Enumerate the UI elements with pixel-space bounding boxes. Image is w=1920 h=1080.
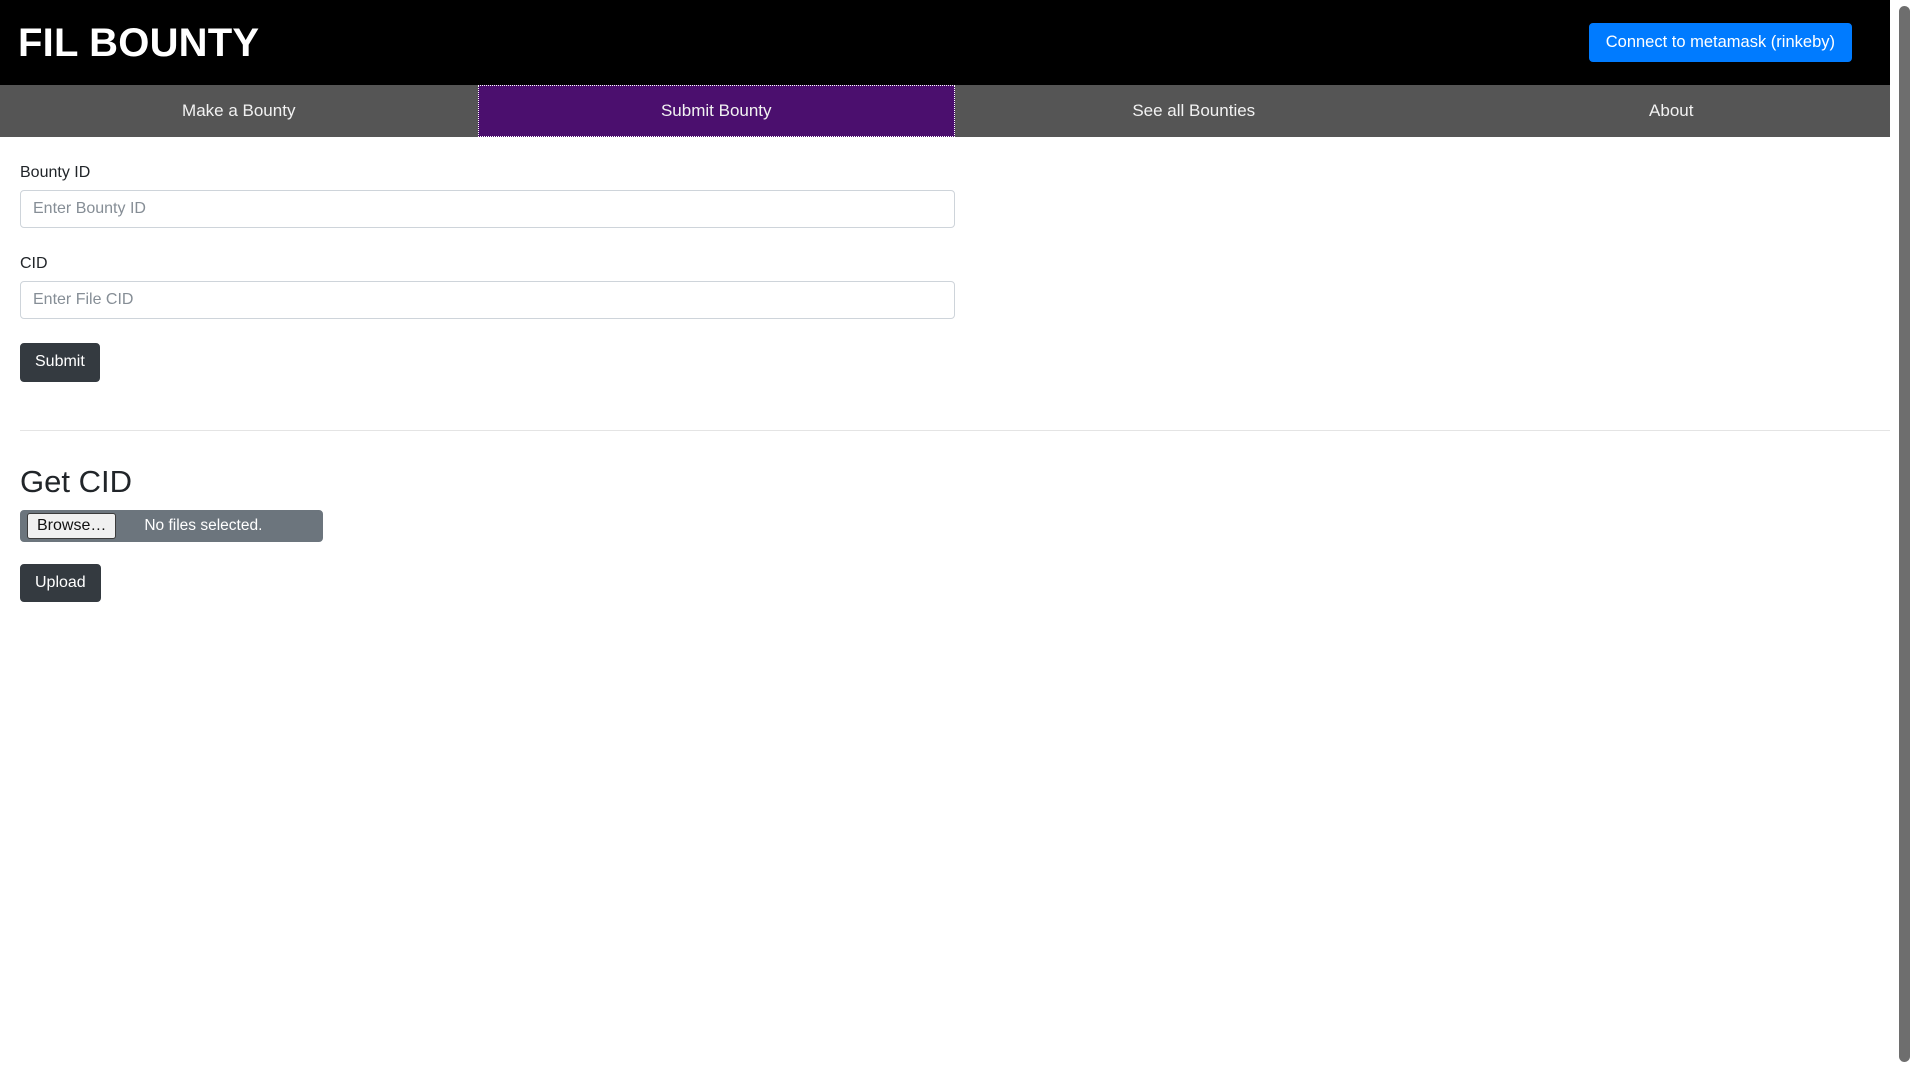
main-content: Bounty ID CID Submit Get CID Browse… No … <box>0 163 1920 602</box>
submit-button-wrapper: Submit <box>20 343 1900 382</box>
tab-label: About <box>1649 101 1694 120</box>
tab-make-a-bounty[interactable]: Make a Bounty <box>0 85 478 137</box>
app-title: FIL BOUNTY <box>18 20 260 65</box>
upload-button-wrapper: Upload <box>20 563 1900 602</box>
section-divider <box>20 429 1890 431</box>
bounty-id-label: Bounty ID <box>20 164 91 181</box>
app-root: FIL BOUNTY Connect to metamask (rinkeby)… <box>0 0 1920 1080</box>
upload-button[interactable]: Upload <box>20 563 101 602</box>
tab-label: See all Bounties <box>1132 101 1256 120</box>
main-nav: Make a Bounty Submit Bounty See all Boun… <box>0 85 1910 137</box>
bounty-id-input[interactable] <box>20 190 955 229</box>
file-upload-input[interactable]: Browse… No files selected. <box>20 509 323 542</box>
cid-input[interactable] <box>20 281 955 320</box>
app-header: FIL BOUNTY Connect to metamask (rinkeby) <box>0 0 1920 85</box>
tab-label: Submit Bounty <box>660 101 772 120</box>
tab-submit-bounty[interactable]: Submit Bounty <box>477 85 955 137</box>
get-cid-title: Get CID <box>20 463 132 499</box>
tab-see-all-bounties[interactable]: See all Bounties <box>955 85 1433 137</box>
submit-button[interactable]: Submit <box>20 343 100 382</box>
tab-about[interactable]: About <box>1432 85 1910 137</box>
scrollbar-thumb[interactable] <box>1899 6 1910 1062</box>
bounty-id-field-group: Bounty ID <box>20 163 1900 229</box>
page-scrollbar[interactable] <box>1890 0 1920 1080</box>
cid-label: CID <box>20 255 48 273</box>
tab-label: Make a Bounty <box>182 101 296 120</box>
cid-field-group: CID <box>20 254 1900 320</box>
browse-button[interactable]: Browse… <box>27 512 117 539</box>
file-selection-status: No files selected. <box>144 516 263 534</box>
connect-metamask-button[interactable]: Connect to metamask (rinkeby) <box>1588 22 1852 63</box>
